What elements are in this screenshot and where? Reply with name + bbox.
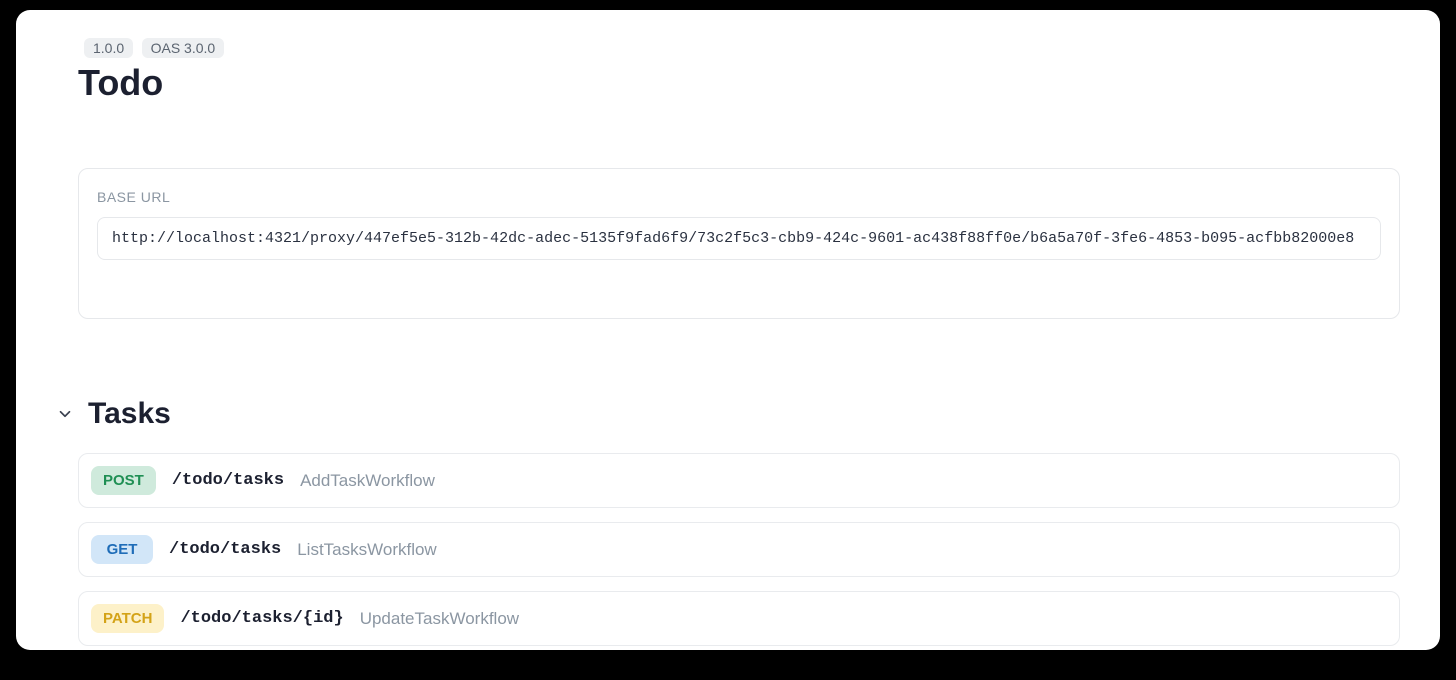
endpoint-row[interactable]: PATCH /todo/tasks/{id} UpdateTaskWorkflo… xyxy=(78,591,1400,646)
oas-badge: OAS 3.0.0 xyxy=(142,38,225,58)
endpoint-operation: ListTasksWorkflow xyxy=(297,540,437,560)
http-method-badge: GET xyxy=(91,535,153,564)
endpoint-path: /todo/tasks xyxy=(169,540,281,559)
endpoint-operation: AddTaskWorkflow xyxy=(300,471,435,491)
http-method-badge: PATCH xyxy=(91,604,164,633)
endpoint-path: /todo/tasks/{id} xyxy=(180,609,343,628)
chevron-down-icon[interactable] xyxy=(56,405,74,423)
version-badge: 1.0.0 xyxy=(84,38,133,58)
api-doc-card: 1.0.0 OAS 3.0.0 Todo BASE URL http://loc… xyxy=(16,10,1440,650)
header-badges: 1.0.0 OAS 3.0.0 xyxy=(84,38,1400,58)
base-url-panel: BASE URL http://localhost:4321/proxy/447… xyxy=(78,168,1400,319)
http-method-badge: POST xyxy=(91,466,156,495)
endpoint-operation: UpdateTaskWorkflow xyxy=(360,609,519,629)
endpoint-path: /todo/tasks xyxy=(172,471,284,490)
endpoint-list: POST /todo/tasks AddTaskWorkflow GET /to… xyxy=(78,453,1400,646)
base-url-label: BASE URL xyxy=(97,189,1381,205)
section-title: Tasks xyxy=(88,397,171,431)
endpoint-row[interactable]: POST /todo/tasks AddTaskWorkflow xyxy=(78,453,1400,508)
base-url-value[interactable]: http://localhost:4321/proxy/447ef5e5-312… xyxy=(97,217,1381,260)
page-title: Todo xyxy=(78,62,1400,104)
section-header[interactable]: Tasks xyxy=(56,397,1400,431)
endpoint-row[interactable]: GET /todo/tasks ListTasksWorkflow xyxy=(78,522,1400,577)
